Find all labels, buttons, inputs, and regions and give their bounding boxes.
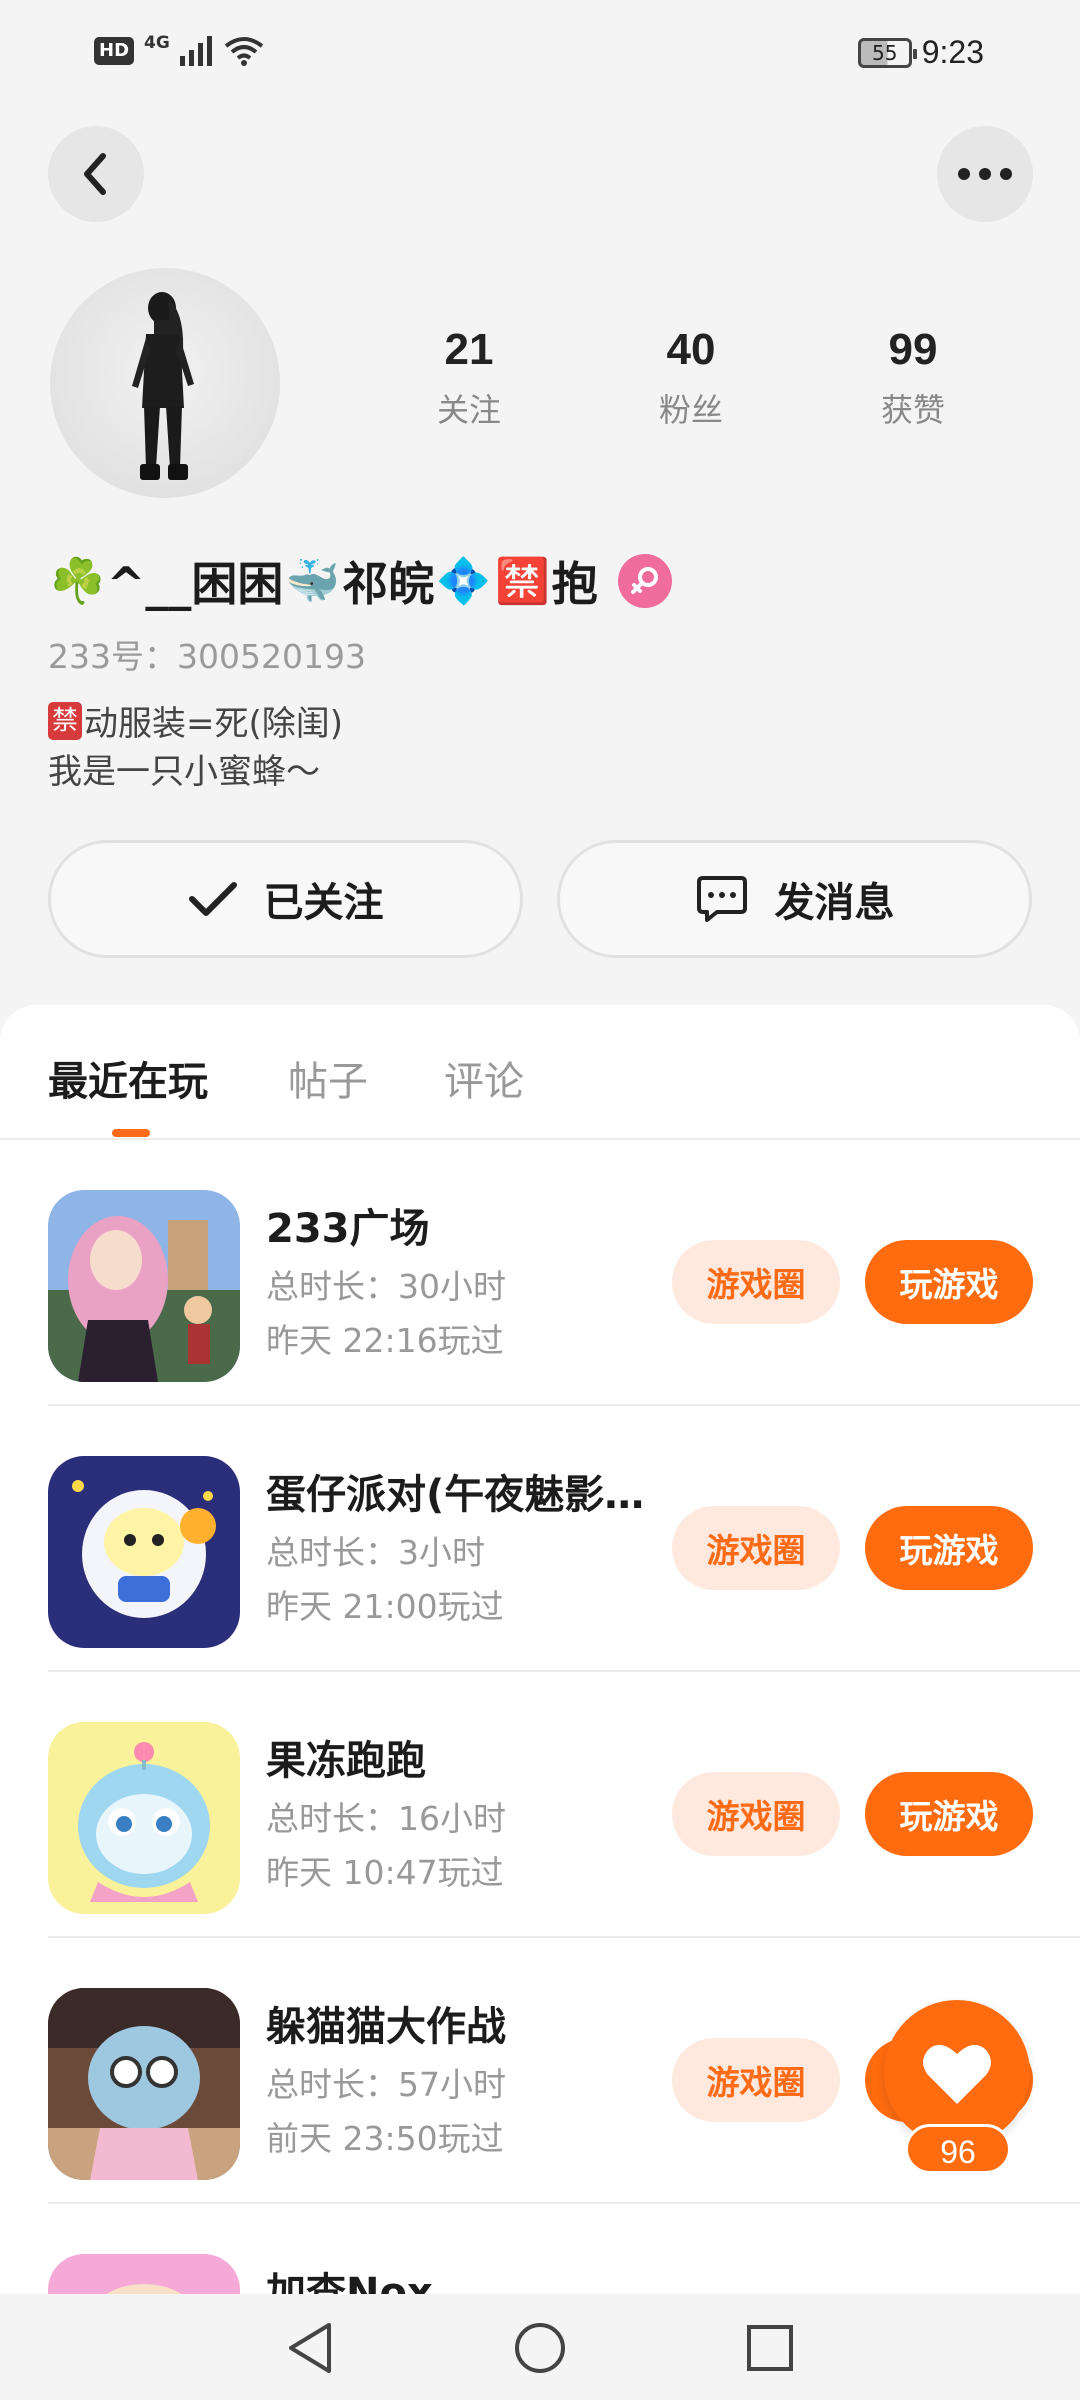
bio-line-1: 禁 动服装=死(除闺) [48, 696, 343, 745]
game-title: 233广场 [266, 1206, 430, 1252]
game-icon[interactable] [48, 1988, 240, 2180]
profile-stats: 21 关注 40 粉丝 99 获赞 [358, 325, 1024, 431]
game-last-played: 昨天 22:16玩过 [266, 1321, 504, 1360]
nav-recents-button[interactable] [742, 2320, 798, 2376]
nav-home-button[interactable] [512, 2320, 568, 2376]
game-title: 果冻跑跑 [266, 1738, 426, 1784]
nickname-text-3: 抱 [551, 557, 598, 611]
game-circle-button[interactable]: 游戏圈 [672, 1240, 840, 1324]
wifi-icon [224, 37, 264, 66]
tab-recent-games[interactable]: 最近在玩 [48, 1049, 208, 1107]
tab-comments[interactable]: 评论 [444, 1049, 524, 1107]
tab-posts[interactable]: 帖子 [288, 1049, 368, 1107]
stat-likes[interactable]: 99 获赞 [802, 325, 1024, 431]
message-button[interactable]: 发消息 [557, 840, 1032, 958]
game-circle-button[interactable]: 游戏圈 [672, 1772, 840, 1856]
play-game-button[interactable]: 玩游戏 [865, 1506, 1033, 1590]
avatar-figure [132, 292, 194, 480]
hd-badge: HD [94, 37, 135, 65]
game-last-played: 前天 23:50玩过 [266, 2119, 504, 2158]
stat-value: 40 [666, 325, 716, 374]
game-circle-button[interactable]: 游戏圈 [672, 2038, 840, 2122]
game-icon[interactable] [48, 1190, 240, 1382]
stat-followers[interactable]: 40 粉丝 [580, 325, 802, 431]
game-title: 躲猫猫大作战 [266, 2004, 506, 2050]
back-icon [84, 153, 106, 195]
game-duration: 总时长：57小时 [266, 2065, 506, 2104]
tab-indicator [112, 1129, 150, 1137]
ban-emoji: 🈲 [494, 556, 550, 607]
bio-line-1-text: 动服装=死(除闺) [84, 704, 344, 744]
clover-emoji: ☘️ [50, 556, 105, 607]
bio-line-2: 我是一只小蜜蜂～ [48, 752, 320, 792]
chat-icon [696, 876, 747, 922]
nav-back-icon [289, 2323, 331, 2373]
game-last-played: 昨天 10:47玩过 [266, 1853, 504, 1892]
battery-icon: 55 [857, 37, 917, 68]
game-row[interactable]: 果冻跑跑 总时长：16小时 昨天 10:47玩过 游戏圈 玩游戏 [48, 1672, 1080, 1938]
nickname-text-2: 祁皖 [342, 557, 435, 611]
play-game-button[interactable]: 玩游戏 [865, 1772, 1033, 1856]
stat-value: 99 [888, 325, 938, 374]
nickname: ☘️ ^__困困 🐳 祁皖 💠 🈲 抱 [48, 548, 672, 614]
nav-back-button[interactable] [282, 2320, 338, 2376]
female-icon [617, 554, 672, 608]
avatar[interactable] [50, 268, 280, 498]
ban-badge: 禁 [48, 701, 83, 740]
follow-button[interactable]: 已关注 [48, 840, 523, 958]
more-button[interactable] [937, 126, 1033, 222]
game-last-played: 昨天 21:00玩过 [266, 1587, 504, 1626]
game-duration: 总时长：30小时 [266, 1267, 506, 1306]
whale-emoji: 🐳 [285, 556, 341, 607]
heart-icon [923, 2044, 991, 2104]
diamond-emoji: 💠 [436, 556, 491, 607]
stat-label: 获赞 [880, 391, 945, 429]
back-button[interactable] [48, 126, 144, 222]
game-icon[interactable] [48, 1456, 240, 1648]
network-label: 4G [144, 33, 170, 53]
status-left: HD 4G [94, 33, 264, 66]
like-count: 96 [905, 2124, 1011, 2174]
game-duration: 总时长：16小时 [266, 1799, 506, 1838]
nickname-text-1: ^__困困 [106, 557, 284, 611]
status-right: 55 9:23 [857, 34, 984, 71]
tab-bar: 最近在玩 帖子 评论 [0, 1005, 1080, 1140]
follow-label: 已关注 [263, 880, 384, 926]
content-sheet: 最近在玩 帖子 评论 233广场 总时长：30小时 昨天 22:16玩过 游戏圈… [0, 1005, 1080, 2400]
game-row[interactable]: 蛋仔派对(午夜魅影… 总时长：3小时 昨天 21:00玩过 游戏圈 玩游戏 [48, 1406, 1080, 1672]
game-circle-button[interactable]: 游戏圈 [672, 1506, 840, 1590]
play-game-button[interactable]: 玩游戏 [865, 1240, 1033, 1324]
signal-icon [179, 36, 212, 66]
nav-recents-icon [747, 2325, 793, 2371]
check-icon [188, 882, 237, 916]
user-id: 233号：300520193 [48, 637, 366, 676]
more-icon [958, 168, 1012, 180]
game-row[interactable]: 233广场 总时长：30小时 昨天 22:16玩过 游戏圈 玩游戏 [48, 1140, 1080, 1406]
stat-value: 21 [444, 325, 494, 374]
game-title: 蛋仔派对(午夜魅影… [266, 1472, 645, 1518]
stat-following[interactable]: 21 关注 [358, 325, 580, 431]
clock: 9:23 [921, 34, 984, 70]
status-bar: HD 4G 55 9:23 [0, 0, 1080, 110]
stat-label: 关注 [436, 391, 501, 429]
game-icon[interactable] [48, 1722, 240, 1914]
system-nav-bar [0, 2294, 1080, 2400]
stat-label: 粉丝 [658, 391, 723, 429]
message-label: 发消息 [774, 880, 895, 926]
nav-home-icon [515, 2323, 565, 2373]
game-duration: 总时长：3小时 [266, 1533, 485, 1572]
